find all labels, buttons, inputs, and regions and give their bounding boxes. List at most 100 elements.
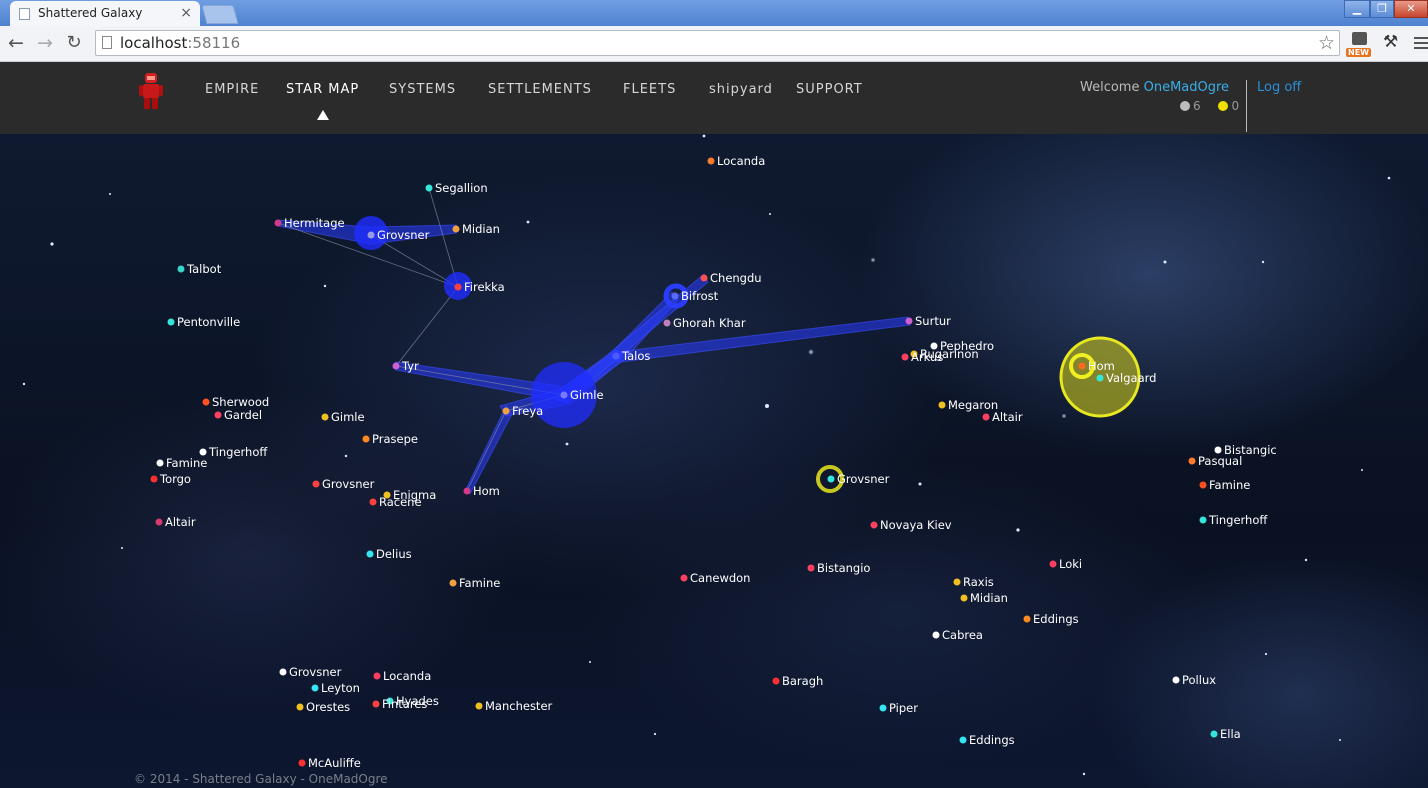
star-system[interactable]: Hermitage: [274, 216, 345, 230]
star-system-label[interactable]: Baragh: [782, 674, 823, 688]
star-system-label[interactable]: Raxis: [963, 575, 994, 589]
star-system[interactable]: McAuliffe: [298, 756, 361, 770]
star-system[interactable]: Cabrea: [932, 628, 983, 642]
star-system-label[interactable]: Pasqual: [1198, 454, 1242, 468]
star-system-icon[interactable]: [367, 231, 375, 239]
star-system[interactable]: Tingerhoff: [1199, 513, 1269, 527]
star-system[interactable]: Eddings: [1023, 612, 1079, 626]
star-system[interactable]: Piper: [879, 701, 919, 715]
star-system[interactable]: Famine: [156, 456, 208, 470]
star-system[interactable]: Leyton: [311, 681, 360, 695]
star-system-label[interactable]: Tyr: [401, 359, 419, 373]
star-system[interactable]: Surtur: [905, 314, 952, 328]
star-system-label[interactable]: Cabrea: [942, 628, 983, 642]
star-system-icon[interactable]: [150, 475, 158, 483]
star-system-label[interactable]: Gimle: [570, 388, 604, 402]
star-system[interactable]: Tyr: [392, 359, 420, 373]
star-system[interactable]: Prasepe: [362, 432, 418, 446]
star-system-icon[interactable]: [1049, 560, 1057, 568]
star-system-icon[interactable]: [905, 317, 913, 325]
reload-icon[interactable]: ↻: [62, 31, 86, 55]
star-system-label[interactable]: Racene: [379, 495, 422, 509]
star-system-icon[interactable]: [298, 759, 306, 767]
star-system-icon[interactable]: [373, 672, 381, 680]
star-system[interactable]: Locanda: [707, 154, 766, 168]
star-system[interactable]: Fintares: [372, 697, 428, 711]
tools-extension-icon[interactable]: ⚒: [1383, 32, 1398, 52]
star-system-label[interactable]: Ghorah Khar: [673, 316, 746, 330]
star-system[interactable]: Bistangio: [807, 561, 871, 575]
star-system-label[interactable]: Pentonville: [177, 315, 240, 329]
tab-close-icon[interactable]: ×: [180, 5, 192, 21]
star-system[interactable]: Segallion: [425, 181, 488, 195]
star-system[interactable]: Tingerhoff: [199, 445, 269, 459]
star-system-icon[interactable]: [560, 391, 568, 399]
star-system-label[interactable]: Manchester: [485, 699, 553, 713]
star-system-label[interactable]: Grovsner: [289, 665, 342, 679]
star-system-icon[interactable]: [960, 594, 968, 602]
star-system[interactable]: Grovsner: [827, 472, 890, 486]
star-system-label[interactable]: Famine: [459, 576, 500, 590]
log-off-link[interactable]: Log off: [1257, 80, 1301, 95]
star-system-icon[interactable]: [1214, 446, 1222, 454]
extension-new-button[interactable]: NEW: [1346, 31, 1374, 57]
star-system-icon[interactable]: [312, 480, 320, 488]
star-system-icon[interactable]: [156, 459, 164, 467]
star-system-icon[interactable]: [372, 700, 380, 708]
forward-arrow-icon[interactable]: →: [33, 31, 57, 55]
star-system-label[interactable]: Grovsner: [322, 477, 375, 491]
star-system-label[interactable]: Altair: [165, 515, 196, 529]
star-system-label[interactable]: Pollux: [1182, 673, 1216, 687]
window-close-button[interactable]: ✕: [1394, 0, 1428, 18]
star-system[interactable]: Ella: [1210, 727, 1241, 741]
window-minimize-button[interactable]: ▁: [1344, 0, 1370, 18]
star-system-icon[interactable]: [1172, 676, 1180, 684]
star-system-icon[interactable]: [700, 274, 708, 282]
star-system-icon[interactable]: [879, 704, 887, 712]
star-system-label[interactable]: Megaron: [948, 398, 998, 412]
star-system-icon[interactable]: [296, 703, 304, 711]
star-system-label[interactable]: Famine: [166, 456, 207, 470]
star-system-icon[interactable]: [452, 225, 460, 233]
star-system[interactable]: Orestes: [296, 700, 351, 714]
star-system-label[interactable]: Arkus: [911, 350, 943, 364]
star-system-label[interactable]: Chengdu: [710, 271, 762, 285]
star-system[interactable]: Canewdon: [680, 571, 751, 585]
star-system[interactable]: Midian: [452, 222, 500, 236]
star-system[interactable]: Sherwood: [202, 395, 270, 409]
star-system[interactable]: Ghorah Khar: [663, 316, 746, 330]
star-system-icon[interactable]: [177, 265, 185, 273]
star-system-icon[interactable]: [663, 319, 671, 327]
star-system[interactable]: Altair: [155, 515, 196, 529]
star-system-icon[interactable]: [953, 578, 961, 586]
star-system-icon[interactable]: [369, 498, 377, 506]
star-system-icon[interactable]: [1199, 481, 1207, 489]
star-system-icon[interactable]: [707, 157, 715, 165]
star-system-icon[interactable]: [425, 184, 433, 192]
star-system-label[interactable]: Gardel: [224, 408, 262, 422]
nav-shipyard[interactable]: shipyard: [709, 82, 773, 97]
star-system-icon[interactable]: [612, 352, 620, 360]
star-system[interactable]: Novaya Kiev: [870, 518, 952, 532]
browser-tab[interactable]: Shattered Galaxy ×: [10, 1, 200, 26]
star-system[interactable]: Pollux: [1172, 673, 1217, 687]
star-system-label[interactable]: Ella: [1220, 727, 1241, 741]
star-system-icon[interactable]: [274, 219, 282, 227]
nav-settlements[interactable]: SETTLEMENTS: [488, 82, 592, 97]
star-system[interactable]: Valgaard: [1096, 371, 1157, 385]
star-system-label[interactable]: Eddings: [1033, 612, 1079, 626]
star-system-icon[interactable]: [214, 411, 222, 419]
star-system-icon[interactable]: [1096, 374, 1104, 382]
star-system-label[interactable]: Surtur: [915, 314, 951, 328]
address-bar[interactable]: localhost:58116 ☆: [95, 30, 1340, 56]
star-system-label[interactable]: Locanda: [383, 669, 431, 683]
star-system-icon[interactable]: [449, 579, 457, 587]
star-system[interactable]: Locanda: [373, 669, 432, 683]
star-system-label[interactable]: Segallion: [435, 181, 488, 195]
star-system-label[interactable]: Locanda: [717, 154, 765, 168]
star-system[interactable]: Gardel: [214, 408, 263, 422]
star-system-label[interactable]: Tingerhoff: [208, 445, 268, 459]
star-system[interactable]: Altair: [982, 410, 1023, 424]
star-system-label[interactable]: Tingerhoff: [1208, 513, 1268, 527]
star-system-icon[interactable]: [807, 564, 815, 572]
